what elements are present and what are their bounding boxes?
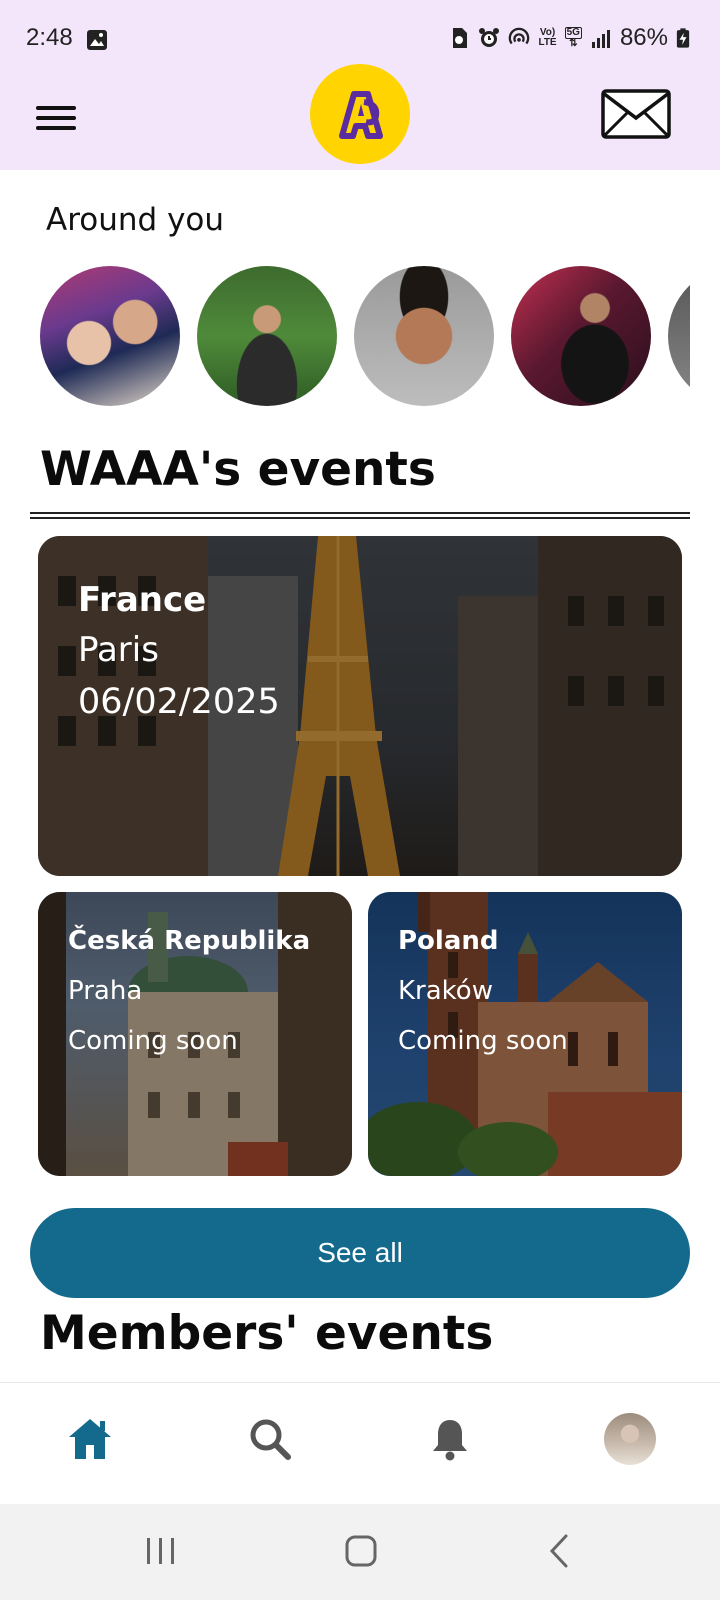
logo-mark (339, 91, 383, 139)
event-city: Kraków (398, 976, 493, 1006)
volte-indicator: Vo) LTE (538, 27, 557, 48)
fiveg-indicator: 5G ⇅ (564, 27, 582, 49)
menu-icon-bar (36, 106, 76, 110)
home-icon (69, 1419, 111, 1459)
event-card-featured[interactable]: France Paris 06/02/2025 (38, 536, 682, 876)
event-card-praha[interactable]: Česká Republika Praha Coming soon (38, 892, 352, 1176)
hotspot-icon (509, 27, 530, 45)
status-time: 2:48 (26, 24, 73, 51)
section-divider (30, 512, 690, 519)
event-country: Poland (398, 926, 499, 956)
members-events-title: Members' events (40, 1306, 494, 1361)
gallery-notification-icon (87, 30, 107, 50)
member-avatar[interactable] (511, 266, 651, 406)
bell-icon (433, 1420, 467, 1461)
nav-search[interactable] (244, 1413, 296, 1465)
around-you-title: Around you (46, 202, 225, 238)
member-avatar[interactable] (40, 266, 180, 406)
bottom-navigation (0, 1382, 720, 1504)
system-navigation-bar (0, 1504, 720, 1600)
event-status: Coming soon (68, 1026, 238, 1056)
sim-icon (453, 28, 468, 48)
see-all-button[interactable]: See all (30, 1208, 690, 1298)
search-icon (250, 1419, 291, 1460)
alarm-icon (479, 28, 500, 47)
event-city: Praha (68, 976, 143, 1006)
member-avatar[interactable] (197, 266, 337, 406)
event-country: Česká Republika (68, 926, 311, 956)
data-arrows-icon: ⇅ (569, 38, 578, 49)
member-avatar[interactable] (668, 266, 690, 406)
menu-icon-bar (36, 126, 76, 130)
event-date: 06/02/2025 (78, 682, 280, 722)
battery-charging-icon (676, 28, 690, 48)
nav-home[interactable] (64, 1413, 116, 1465)
event-status: Coming soon (398, 1026, 568, 1056)
app-logo[interactable] (310, 64, 410, 164)
signal-icon (591, 30, 610, 48)
event-card-poland[interactable]: Poland Kraków Coming soon (368, 892, 682, 1176)
battery-percent: 86% (619, 24, 668, 51)
event-city: Paris (78, 630, 159, 670)
menu-button[interactable] (36, 100, 76, 136)
home-system-icon[interactable] (344, 1534, 378, 1568)
avatar-carousel[interactable] (40, 266, 690, 406)
event-country: France (78, 580, 207, 620)
mail-icon[interactable] (600, 88, 672, 140)
nav-notifications[interactable] (424, 1413, 476, 1465)
status-icons: Vo) LTE 5G ⇅ 86% (448, 24, 690, 52)
member-avatar[interactable] (354, 266, 494, 406)
menu-icon-bar (36, 116, 76, 120)
back-icon[interactable] (544, 1534, 578, 1568)
recent-apps-icon[interactable] (144, 1534, 178, 1568)
waaa-events-title: WAAA's events (40, 442, 436, 497)
profile-avatar[interactable] (604, 1413, 656, 1465)
app-bar (0, 64, 720, 170)
